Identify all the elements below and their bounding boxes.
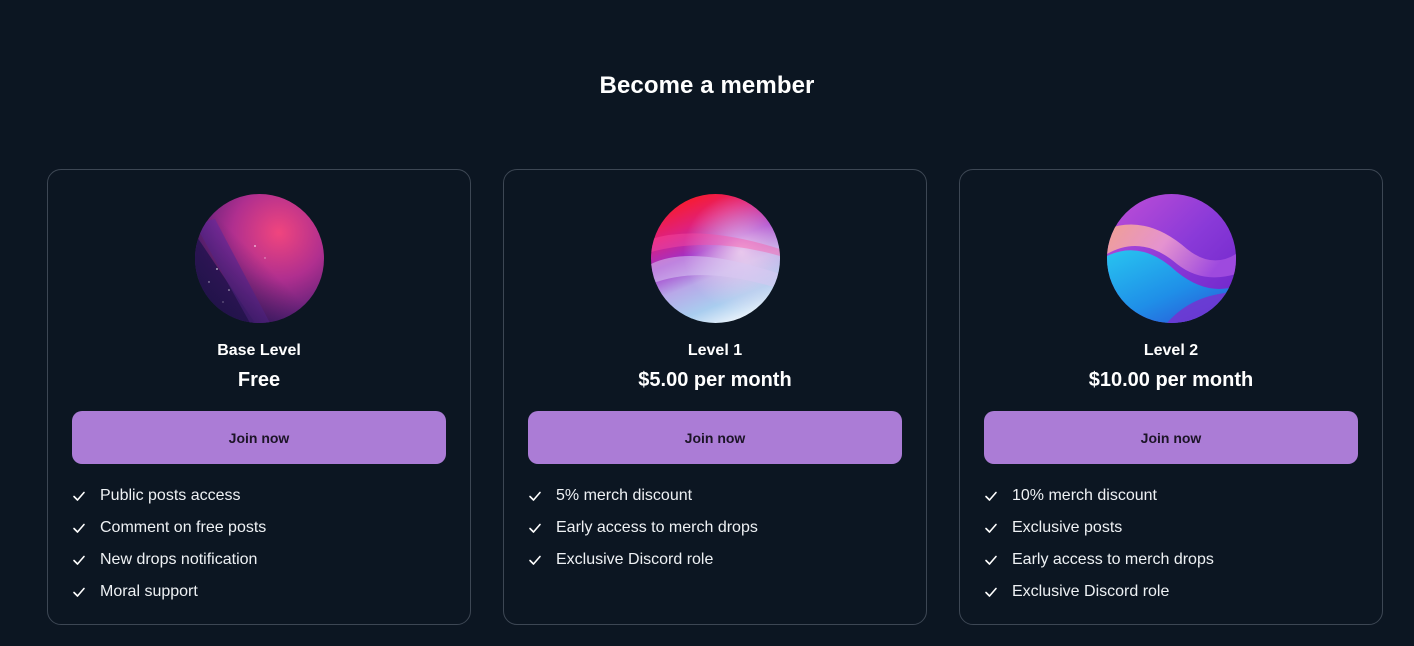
benefit-item: New drops notification [72, 544, 266, 576]
page-title: Become a member [599, 72, 815, 99]
check-icon [528, 489, 542, 503]
benefit-text: Exclusive Discord role [1012, 583, 1170, 600]
check-icon [984, 553, 998, 567]
check-icon [72, 585, 86, 599]
tier-price: $10.00 per month [1088, 369, 1254, 391]
benefit-list: 5% merch discount Early access to merch … [528, 480, 758, 576]
benefit-text: 10% merch discount [1012, 487, 1157, 504]
tier-avatar-image [1107, 194, 1236, 323]
check-icon [984, 585, 998, 599]
benefit-text: Early access to merch drops [556, 519, 758, 536]
benefit-list: Public posts access Comment on free post… [72, 480, 266, 608]
tier-price: Free [237, 369, 281, 391]
check-icon [72, 489, 86, 503]
benefit-text: Public posts access [100, 487, 241, 504]
benefit-item: Comment on free posts [72, 512, 266, 544]
tier-avatar-image [195, 194, 324, 323]
benefit-item: Exclusive Discord role [984, 576, 1214, 608]
benefit-text: Moral support [100, 583, 198, 600]
check-icon [528, 521, 542, 535]
check-icon [72, 521, 86, 535]
tier-price: $5.00 per month [638, 369, 792, 391]
benefit-list: 10% merch discount Exclusive posts Early… [984, 480, 1214, 608]
tier-name: Base Level [217, 342, 301, 359]
benefit-text: 5% merch discount [556, 487, 693, 504]
check-icon [72, 553, 86, 567]
benefit-item: Exclusive Discord role [528, 544, 758, 576]
check-icon [984, 489, 998, 503]
benefit-item: Moral support [72, 576, 266, 608]
benefit-text: New drops notification [100, 551, 258, 568]
benefit-item: Early access to merch drops [528, 512, 758, 544]
benefit-text: Early access to merch drops [1012, 551, 1214, 568]
tier-avatar-image [651, 194, 780, 323]
benefit-text: Comment on free posts [100, 519, 267, 536]
join-now-button[interactable]: Join now [528, 411, 902, 464]
check-icon [528, 553, 542, 567]
benefit-item: 5% merch discount [528, 480, 758, 512]
join-now-button[interactable]: Join now [72, 411, 446, 464]
benefit-item: 10% merch discount [984, 480, 1214, 512]
tier-card-level-2: Level 2 $10.00 per month Join now 10% me… [959, 169, 1383, 625]
tier-card-level-1: Level 1 $5.00 per month Join now 5% merc… [503, 169, 927, 625]
join-now-button[interactable]: Join now [984, 411, 1358, 464]
benefit-text: Exclusive posts [1012, 519, 1123, 536]
benefit-item: Public posts access [72, 480, 266, 512]
benefit-text: Exclusive Discord role [556, 551, 714, 568]
membership-page: Become a member Base Level Free Join now… [0, 0, 1414, 646]
benefit-item: Early access to merch drops [984, 544, 1214, 576]
tier-name: Level 1 [687, 342, 743, 359]
tier-cards: Base Level Free Join now Public posts ac… [47, 169, 1383, 625]
benefit-item: Exclusive posts [984, 512, 1214, 544]
tier-card-base: Base Level Free Join now Public posts ac… [47, 169, 471, 625]
check-icon [984, 521, 998, 535]
tier-name: Level 2 [1143, 342, 1199, 359]
